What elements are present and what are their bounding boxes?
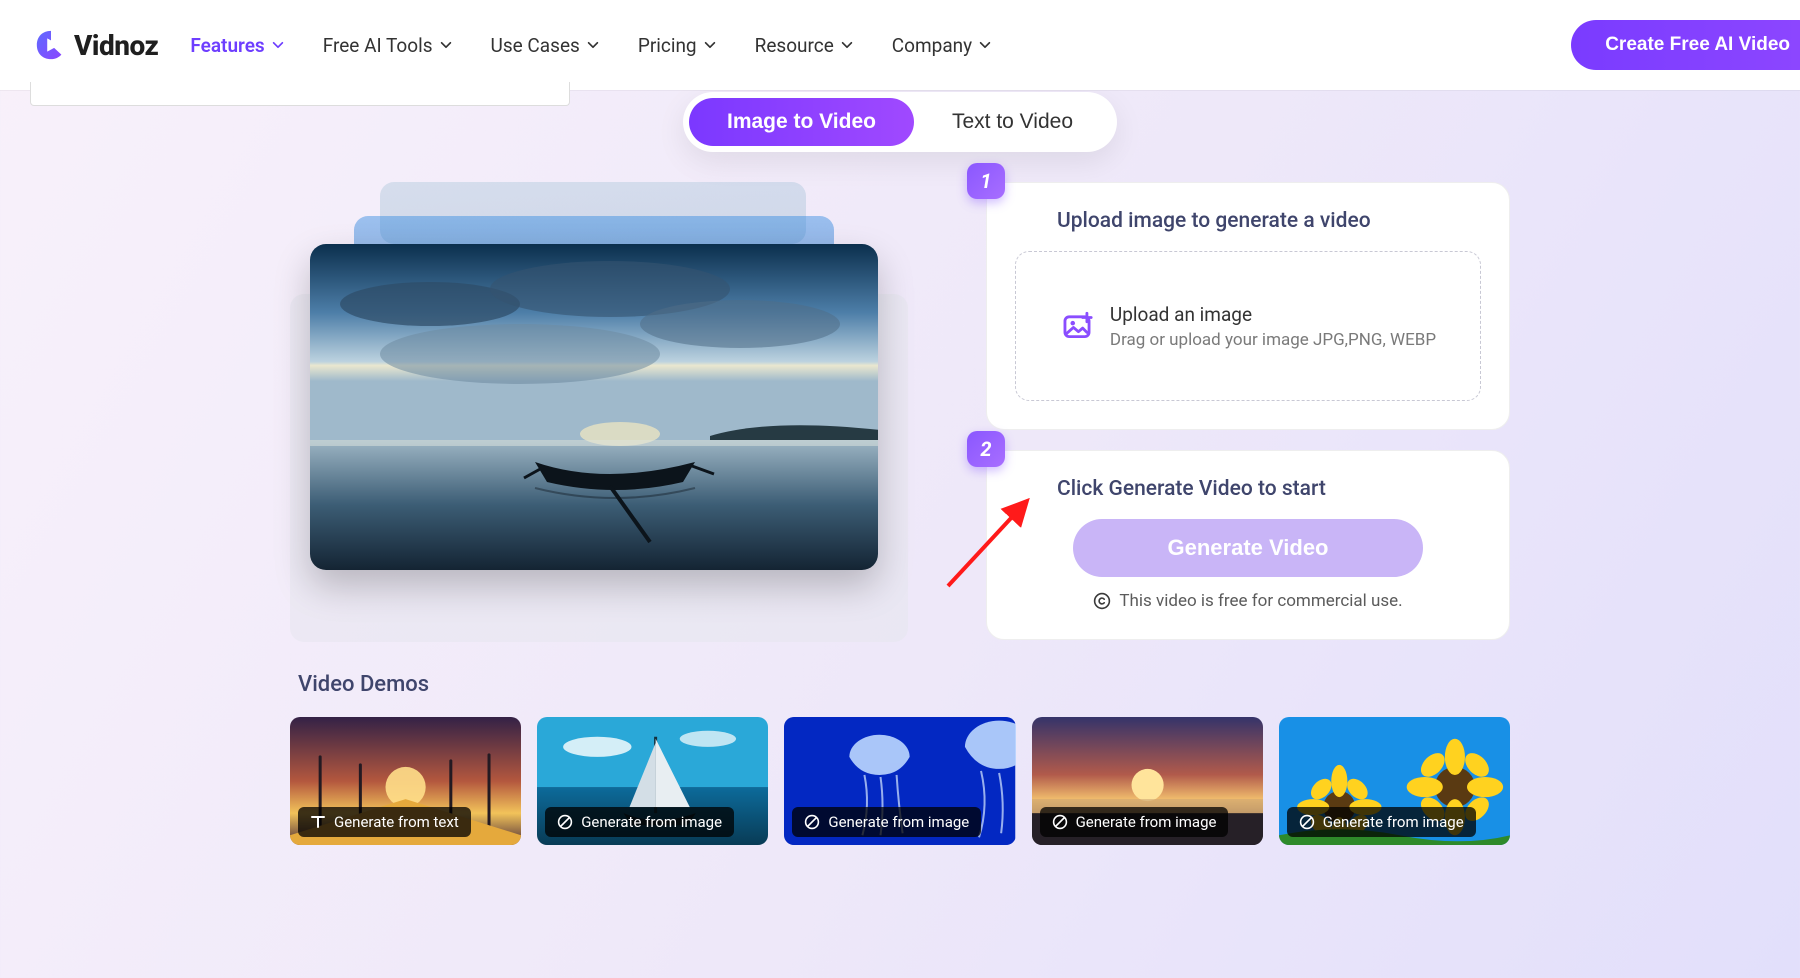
demo-card[interactable]: Generate from image bbox=[1279, 717, 1510, 845]
chevron-down-icon bbox=[703, 38, 717, 52]
demo-tag: Generate from text bbox=[298, 807, 471, 837]
nav-free-ai-tools[interactable]: Free AI Tools bbox=[323, 34, 453, 57]
nav-features[interactable]: Features bbox=[190, 34, 284, 57]
chevron-down-icon bbox=[439, 38, 453, 52]
tab-image-to-video[interactable]: Image to Video bbox=[689, 98, 914, 146]
demo-card[interactable]: Generate from image bbox=[537, 717, 768, 845]
step-badge-2: 2 bbox=[967, 431, 1005, 467]
upload-subtext: Drag or upload your image JPG,PNG, WEBP bbox=[1110, 330, 1436, 350]
demo-card[interactable]: Generate from text bbox=[290, 717, 521, 845]
nav-company[interactable]: Company bbox=[892, 34, 992, 57]
step1-title: Upload image to generate a video bbox=[1057, 209, 1481, 233]
nav-resource[interactable]: Resource bbox=[755, 34, 854, 57]
demos-title: Video Demos bbox=[298, 672, 1510, 697]
chevron-down-icon bbox=[840, 38, 854, 52]
demo-tag: Generate from image bbox=[1287, 807, 1476, 837]
demo-tag: Generate from image bbox=[545, 807, 734, 837]
chevron-down-icon bbox=[271, 38, 285, 52]
demo-tag: Generate from image bbox=[792, 807, 981, 837]
license-note: This video is free for commercial use. bbox=[1015, 591, 1481, 611]
step-badge-1: 1 bbox=[967, 163, 1005, 199]
demo-row: Generate from text Generate from image bbox=[290, 717, 1510, 845]
preview-image bbox=[310, 244, 878, 570]
nav-pricing[interactable]: Pricing bbox=[638, 34, 717, 57]
upload-dropzone[interactable]: Upload an image Drag or upload your imag… bbox=[1015, 251, 1481, 401]
text-icon bbox=[310, 814, 326, 830]
image-plus-icon bbox=[1060, 309, 1094, 343]
demo-tag: Generate from image bbox=[1040, 807, 1229, 837]
brand-logo[interactable]: Vidnoz bbox=[34, 28, 158, 62]
step-upload: 1 Upload image to generate a video Uploa… bbox=[986, 182, 1510, 430]
demo-card[interactable]: Generate from image bbox=[784, 717, 1015, 845]
brand-name: Vidnoz bbox=[74, 29, 158, 62]
create-video-button[interactable]: Create Free AI Video bbox=[1571, 20, 1800, 70]
generate-video-button[interactable]: Generate Video bbox=[1073, 519, 1423, 577]
copyright-icon bbox=[1093, 592, 1111, 610]
top-nav: Vidnoz Features Free AI Tools Use Cases … bbox=[0, 0, 1800, 90]
no-image-icon bbox=[557, 814, 573, 830]
no-image-icon bbox=[1052, 814, 1068, 830]
nav-use-cases[interactable]: Use Cases bbox=[491, 34, 600, 57]
logo-mark-icon bbox=[34, 28, 68, 62]
input-remnant bbox=[30, 82, 570, 106]
mode-tabs: Image to Video Text to Video bbox=[683, 92, 1117, 152]
step2-title: Click Generate Video to start bbox=[1057, 477, 1481, 501]
chevron-down-icon bbox=[978, 38, 992, 52]
upload-heading: Upload an image bbox=[1110, 303, 1436, 326]
tab-text-to-video[interactable]: Text to Video bbox=[914, 98, 1111, 146]
demo-card[interactable]: Generate from image bbox=[1032, 717, 1263, 845]
no-image-icon bbox=[804, 814, 820, 830]
preview-stack bbox=[290, 182, 950, 642]
chevron-down-icon bbox=[586, 38, 600, 52]
nav-menu: Features Free AI Tools Use Cases Pricing… bbox=[190, 34, 992, 57]
no-image-icon bbox=[1299, 814, 1315, 830]
step-generate: 2 Click Generate Video to start Generate… bbox=[986, 450, 1510, 640]
